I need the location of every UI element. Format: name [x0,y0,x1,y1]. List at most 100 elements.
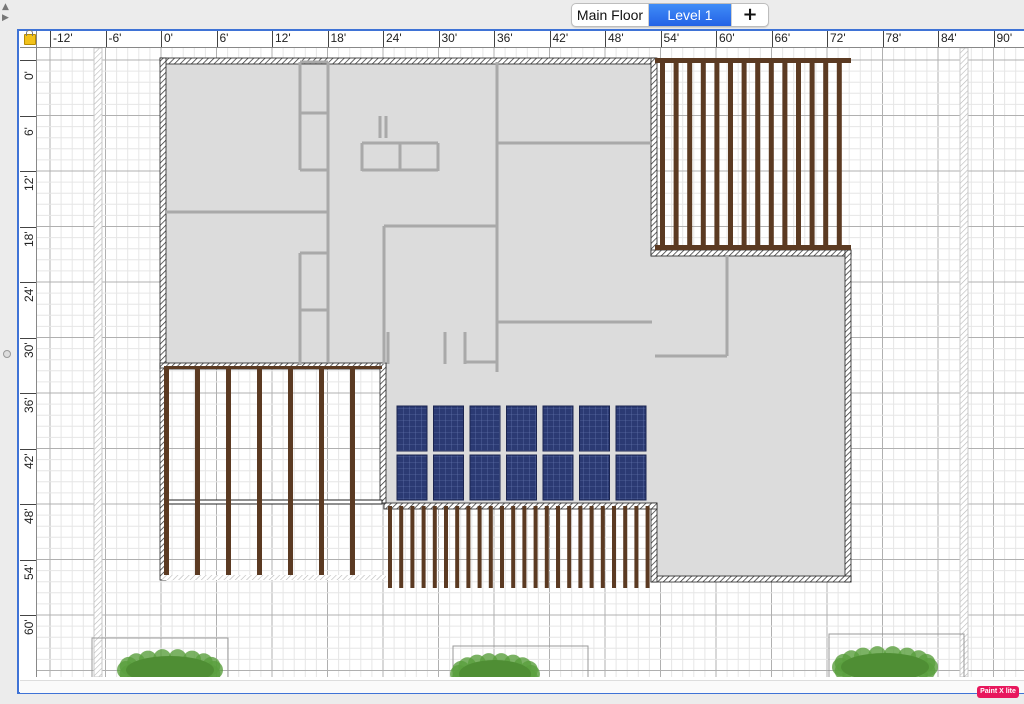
ruler-x-tick [105,31,107,47]
solar-panel [579,454,610,501]
pergola-rafter [522,506,527,588]
boundary-wall-right [959,48,969,677]
ruler-y-label: 60' [22,619,36,635]
pergola-rafter [444,506,448,588]
tab-main-floor[interactable]: Main Floor [572,4,649,26]
ruler-y-tick [20,171,36,172]
ruler-x-tick [827,31,828,47]
pergola-rafter [700,58,706,250]
pergola-rafter [533,506,538,588]
solar-panel [396,454,428,501]
ruler-x-tick [549,31,551,47]
pergola-rafter [660,58,665,250]
plants [91,633,965,677]
ruler-x-tick [938,31,939,47]
pergola-rafter [823,58,829,250]
ruler-x-label: 24' [386,31,402,45]
pergola-beam [655,245,851,250]
plus-icon[interactable]: + [731,4,768,26]
ruler-y-tick [20,615,36,616]
app-badge: Paint X lite [977,686,1019,698]
pergola-rafter [432,506,437,588]
pergola-rafter [645,506,650,588]
pergola-rafter [612,506,616,588]
ruler-x-tick [161,31,162,47]
wall [650,575,852,583]
ruler-x-tick [216,31,218,47]
pergola-rafter [544,506,549,588]
ruler-y-label: 18' [22,230,36,247]
ruler-y-label: 0' [22,71,36,80]
pergola-rafter [500,506,504,588]
ruler-y-label: 24' [22,286,36,302]
triangle-up-icon[interactable]: ▲ [2,2,12,13]
pergola-rafter [511,506,516,588]
sidebar-toggle[interactable]: ▲ ▶ [2,2,12,26]
pergola-rafter [768,58,774,250]
lock-icon[interactable] [24,30,36,45]
wall [844,249,852,583]
tab-level-1[interactable]: Level 1 [649,4,731,26]
pergola-rafter [455,506,460,588]
ruler-x-tick [771,31,773,47]
ruler-x-label: 60' [719,31,735,45]
pergola-rafter [164,366,169,578]
ruler-y-tick [20,226,36,228]
ruler-y-tick [20,448,36,450]
pergola-rafter [836,58,842,250]
plan-canvas[interactable] [37,48,1024,677]
ruler-x-label: 72' [830,31,846,45]
solar-panel [396,405,428,452]
wall [650,57,658,257]
triangle-right-icon[interactable]: ▶ [2,13,12,24]
ruler-y-tick [20,115,36,117]
pergola-rafter [589,506,594,588]
ruler-x-label: 36' [497,31,513,45]
ruler-y-tick [20,337,36,339]
solar-panel [579,405,610,452]
solar-panel [433,405,464,452]
pergola-rafter [755,58,761,250]
pergola-rafter [477,506,482,588]
ruler-x-label: -6' [108,31,122,45]
solar-panel [506,454,537,501]
ruler-x-label: 84' [941,31,957,45]
ruler-x-tick [494,31,495,47]
ruler-x-tick [50,31,51,47]
boundary-wall-left [93,48,103,677]
pergola-rafter [600,506,605,588]
pergola-rafter [319,366,324,578]
pergola-rafter [466,506,471,588]
ruler-x-label: 54' [663,31,680,45]
pergola-rafter [288,366,293,578]
wall [650,502,658,583]
ruler-y-label: 6' [22,126,36,136]
wall [650,249,852,257]
ruler-x-label: 90' [996,31,1013,45]
solar-panel [542,405,574,452]
pergola-rafter [195,366,200,578]
horizontal-scrollbar[interactable] [20,680,1024,693]
ruler-x-tick [882,31,884,47]
ruler-x-tick [272,31,273,47]
ruler-y-label: 48' [22,508,36,524]
solar-panel [615,454,647,501]
pergola-rafter [421,506,426,588]
ruler-x-label: 0' [164,31,173,45]
panel-resize-handle[interactable] [3,350,11,358]
ruler-x-label: 48' [608,31,624,45]
pergola-rafter [728,58,733,250]
solar-panel [542,454,574,501]
ruler-x-tick [660,31,662,47]
pergola-rafter [714,58,720,250]
ruler-y-label: 36' [22,397,36,413]
ruler-x-label: 6' [219,31,229,45]
ruler-x-label: 66' [774,31,791,45]
vertical-ruler [20,47,37,677]
pergola-rafter [687,58,693,250]
pergola-rafter [257,366,262,578]
solar-panel [469,454,501,501]
pergola-beam [655,58,851,63]
ruler-y-tick [20,504,36,505]
pergola-rafter [634,506,639,588]
